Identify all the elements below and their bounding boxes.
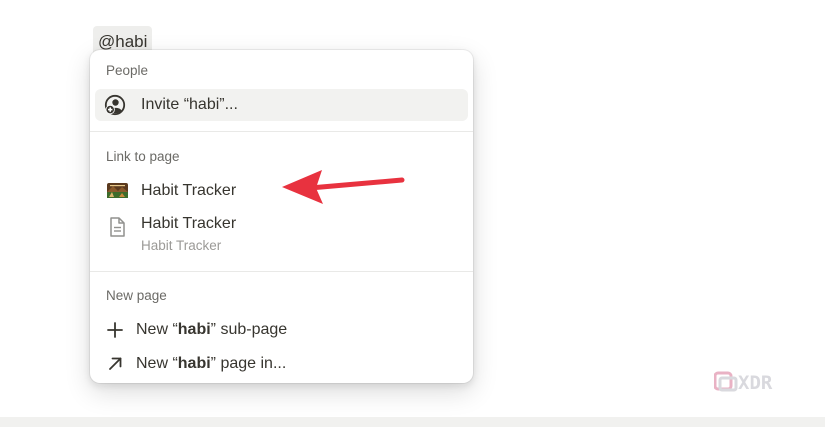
new-subpage-label: New “habi” sub-page [136,321,288,338]
plus-icon [107,322,123,338]
add-person-icon [104,94,126,116]
link-page-subtitle: Habit Tracker [141,238,222,253]
new-subpage-item[interactable]: New “habi” sub-page [95,314,468,346]
divider [90,271,473,272]
watermark-text: XDR [738,372,773,394]
section-heading-link-to-page: Link to page [106,149,180,164]
habit-tracker-cover-icon [107,183,128,198]
arrow-up-right-icon [108,356,123,371]
link-page-title: Habit Tracker [141,215,237,232]
link-page-title: Habit Tracker [141,182,237,199]
mention-menu: People Invite “habi”... Link to page Hab… [90,50,473,383]
new-page-in-item[interactable]: New “habi” page in... [95,348,468,380]
annotation-arrow [282,170,405,204]
document-icon [108,217,126,237]
bottom-strip [0,417,825,427]
invite-user-item[interactable]: Invite “habi”... [95,89,468,121]
section-heading-people: People [106,63,149,78]
page: @habi People Invite “habi”... Link to pa… [0,0,825,427]
new-page-in-label: New “habi” page in... [136,355,287,372]
divider [90,131,473,132]
xdr-watermark-logo: XDR [714,371,773,394]
link-page-item-habit-tracker-doc[interactable]: Habit Tracker Habit Tracker [95,210,468,258]
section-heading-new-page: New page [106,288,167,303]
invite-user-label: Invite “habi”... [141,96,238,113]
